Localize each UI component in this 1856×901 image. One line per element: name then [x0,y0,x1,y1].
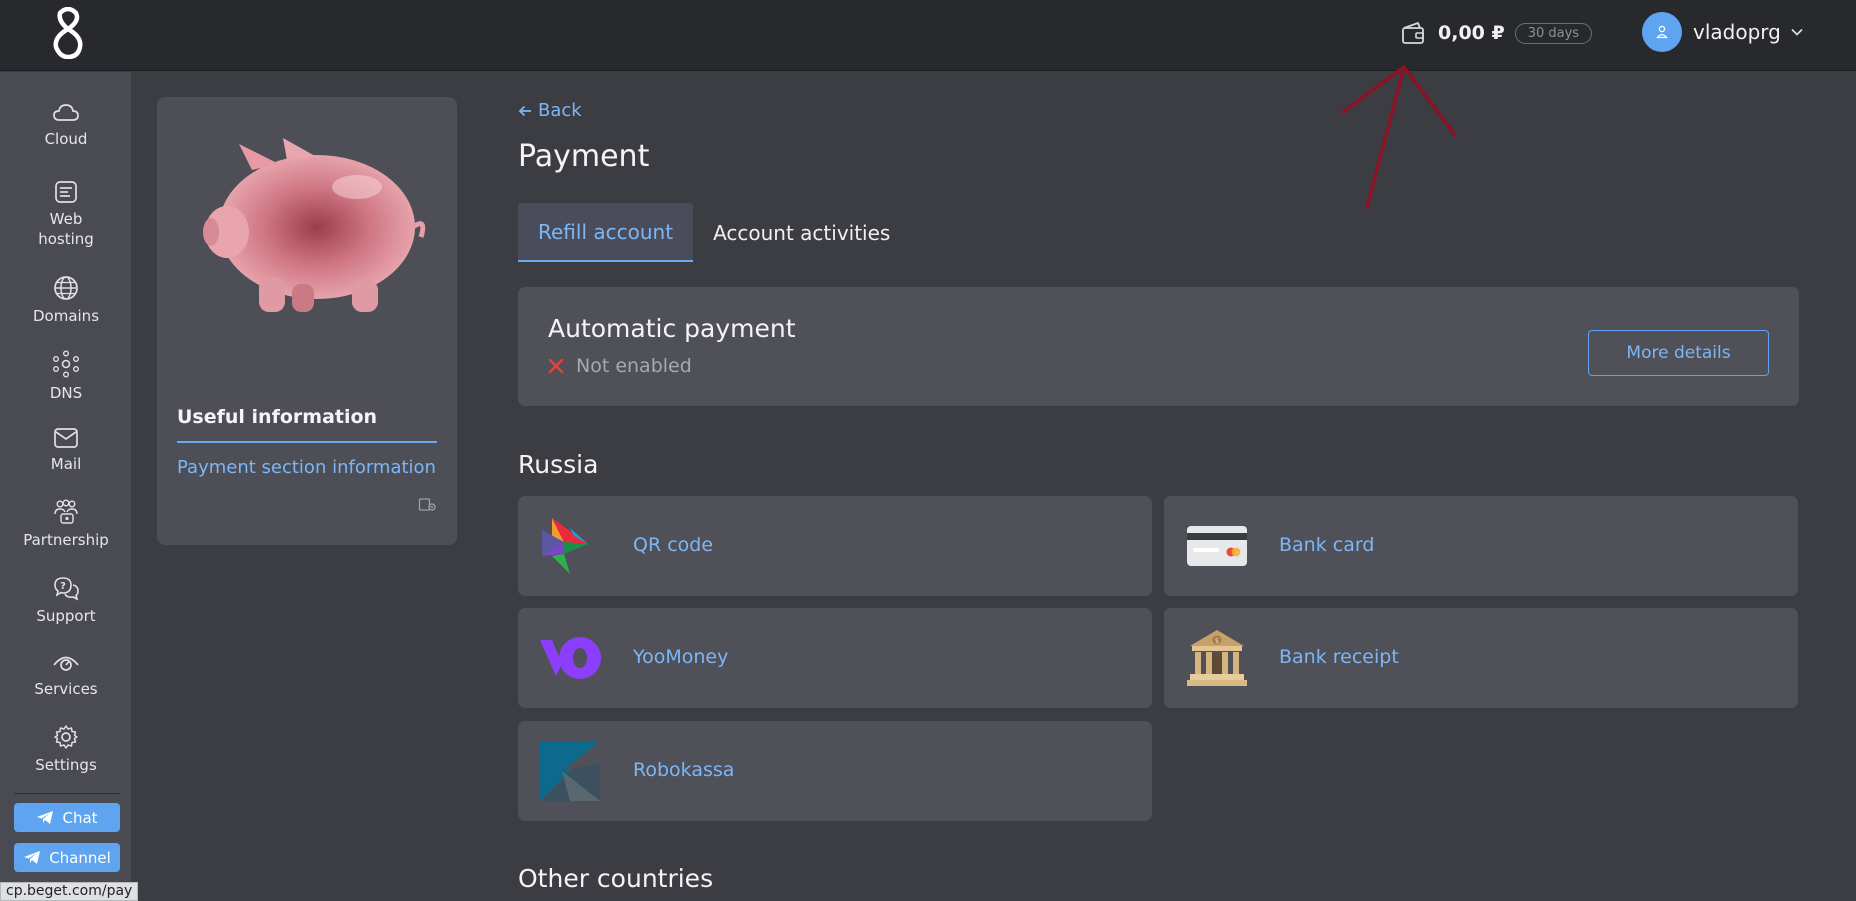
automatic-payment-status: Not enabled [548,355,692,377]
sidebar-divider [14,793,120,794]
useful-information-title: Useful information [177,406,378,428]
sidebar-item-support[interactable]: ? Support [0,575,132,626]
sidebar-item-services[interactable]: Services [0,652,132,699]
payment-method-label: Robokassa [633,759,735,781]
wallet-icon [1402,21,1424,44]
balance-amount: 0,00 ₽ [1438,22,1505,44]
payment-method-bank-card[interactable]: Bank card [1164,496,1798,596]
days-left-badge: 30 days [1514,22,1593,44]
sidebar-item-settings[interactable]: Settings [0,724,132,775]
payment-method-label: Bank receipt [1279,646,1399,668]
cloud-icon [53,104,79,121]
telegram-icon [24,851,41,864]
useful-information-card: Useful information Payment section infor… [157,97,457,545]
back-label: Back [538,100,582,121]
more-details-button[interactable]: More details [1588,330,1769,376]
yoomoney-icon [540,637,601,679]
sidebar-item-label: Web hosting [38,210,94,248]
payment-method-bank-receipt[interactable]: $ Bank receipt [1164,608,1798,708]
gear-icon [54,725,78,749]
sidebar-item-label: Domains [32,307,100,325]
svg-text:$: $ [1215,637,1219,645]
browser-status-url: cp.beget.com/pay [0,882,139,901]
hosting-icon [55,181,77,203]
user-icon [1656,25,1668,39]
sidebar-item-domains[interactable]: Domains [0,275,132,326]
sidebar-item-label: Settings [35,756,97,774]
avatar [1642,12,1682,52]
bank-card-icon [1187,526,1247,566]
payment-method-label: QR code [633,534,714,556]
tab-bar: Refill account Account activities [518,203,910,262]
services-icon [53,656,79,671]
channel-button[interactable]: Channel [14,843,120,872]
automatic-payment-title: Automatic payment [548,314,796,343]
back-link[interactable]: Back [518,100,582,121]
payment-method-qr-code[interactable]: QR code [518,496,1152,596]
svg-text:?: ? [60,581,66,592]
status-text: Not enabled [576,355,692,377]
payment-method-label: YooMoney [633,646,729,668]
chevron-down-icon [1791,28,1803,36]
sidebar-item-label: DNS [49,384,83,402]
chat-button-label: Chat [62,808,98,827]
annotation-arrow [1341,64,1457,209]
arrow-left-icon [518,105,531,116]
qr-sbp-icon [542,518,588,574]
tab-account-activities[interactable]: Account activities [693,203,910,262]
robokassa-icon [540,741,600,801]
dns-icon [53,350,80,378]
sidebar-item-web-hosting[interactable]: Web hosting [0,180,132,249]
sidebar-item-label: Cloud [44,130,88,148]
sidebar-item-label: Partnership [23,531,109,549]
sidebar-item-label: Mail [50,455,82,473]
payment-method-robokassa[interactable]: Robokassa [518,721,1152,821]
telegram-icon [37,811,54,824]
other-countries-section-title: Other countries [518,864,714,893]
user-menu[interactable]: vladoprg [1642,12,1803,52]
sidebar: Cloud Web hosting Domains DNS Mail Partn… [0,72,132,901]
title-underline [177,441,437,443]
chat-button[interactable]: Chat [14,803,120,832]
sidebar-item-partnership[interactable]: Partnership [0,499,132,550]
sidebar-item-mail[interactable]: Mail [0,427,132,474]
top-bar: 0,00 ₽ 30 days vladoprg [0,0,1856,71]
page-title: Payment [518,139,650,174]
piggy-bank-illustration [203,138,426,312]
sidebar-item-cloud[interactable]: Cloud [0,102,132,149]
globe-icon [54,276,78,300]
balance-widget[interactable]: 0,00 ₽ 30 days [1400,18,1593,48]
automatic-payment-card: Automatic payment Not enabled More detai… [518,287,1799,406]
russia-section-title: Russia [518,450,599,479]
channel-button-label: Channel [49,848,111,867]
sidebar-item-label: Support [36,607,96,625]
tab-refill-account[interactable]: Refill account [518,203,694,262]
username: vladoprg [1693,20,1781,44]
payment-method-yoomoney[interactable]: YooMoney [518,608,1152,708]
payment-method-label: Bank card [1279,534,1375,556]
bank-building-icon: $ [1187,630,1247,686]
partnership-icon [54,499,78,524]
settings-small-icon[interactable] [418,497,438,513]
beget-logo[interactable] [50,7,86,59]
sidebar-item-label: Services [34,680,98,698]
payment-section-info-link[interactable]: Payment section information [177,457,436,478]
mail-icon [54,428,78,448]
close-icon [548,358,564,374]
sidebar-item-dns[interactable]: DNS [0,350,132,403]
support-icon: ? [54,577,79,601]
